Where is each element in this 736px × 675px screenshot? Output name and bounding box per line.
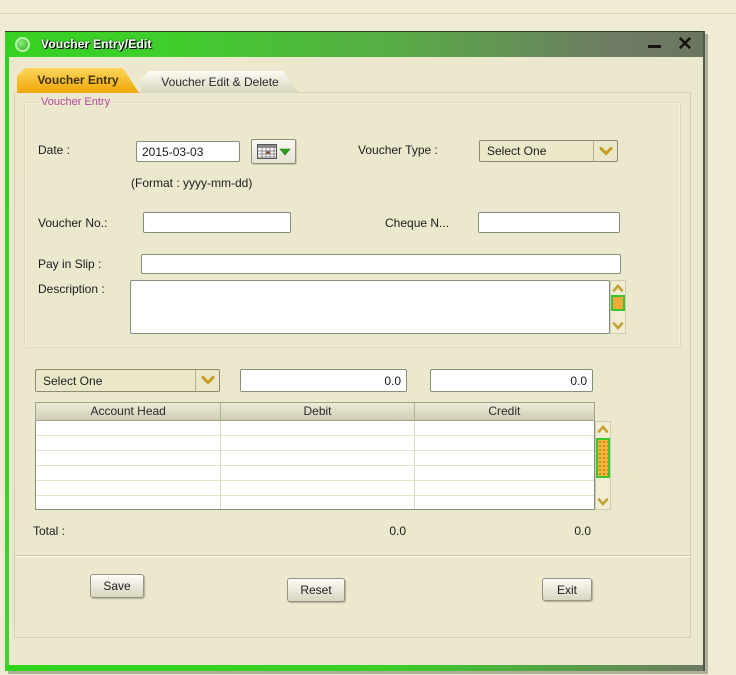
table-cell[interactable] (221, 481, 414, 495)
calendar-icon (257, 144, 291, 160)
chevron-down-icon (599, 147, 613, 156)
voucher-table-header: Account Head Debit Credit (35, 402, 595, 421)
voucher-no-label: Voucher No.: (38, 216, 107, 230)
voucher-type-selected-value: Select One (487, 141, 546, 161)
table-cell[interactable] (221, 436, 414, 450)
exit-button[interactable]: Exit (542, 578, 592, 601)
table-cell[interactable] (36, 496, 221, 510)
column-header-credit[interactable]: Credit (415, 403, 594, 420)
chevron-down-icon (612, 322, 624, 330)
calendar-picker-button[interactable] (251, 139, 296, 164)
chevron-down-icon (201, 376, 215, 385)
table-row[interactable] (36, 481, 594, 496)
button-area-divider (15, 555, 690, 557)
minimize-button[interactable] (643, 35, 667, 55)
scrollbar-thumb[interactable] (596, 438, 610, 478)
voucher-no-input[interactable] (143, 212, 291, 233)
table-cell[interactable] (415, 451, 594, 465)
chevron-down-icon (597, 498, 609, 506)
table-cell[interactable] (415, 481, 594, 495)
cheque-no-input[interactable] (478, 212, 620, 233)
groupbox-legend: Voucher Entry (36, 96, 115, 108)
table-cell[interactable] (36, 481, 221, 495)
table-cell[interactable] (36, 436, 221, 450)
total-credit-value: 0.0 (485, 524, 591, 538)
table-row[interactable] (36, 496, 594, 510)
voucher-entry-window: Voucher Entry/Edit ✕ Voucher Entry Vouch… (5, 31, 705, 671)
scroll-down-button[interactable] (596, 495, 610, 509)
credit-amount-input[interactable] (430, 369, 593, 392)
account-head-selected-value: Select One (43, 370, 102, 391)
table-cell[interactable] (36, 451, 221, 465)
window-bottom-border (5, 665, 703, 671)
account-head-select[interactable]: Select One (35, 369, 220, 392)
table-cell[interactable] (36, 466, 221, 480)
window-left-border (5, 57, 9, 671)
table-scrollbar[interactable] (595, 421, 611, 510)
voucher-type-dropdown-button[interactable] (593, 141, 617, 161)
chevron-up-icon (597, 425, 609, 433)
description-scrollbar[interactable] (610, 280, 626, 334)
date-format-hint: (Format : yyyy-mm-dd) (131, 176, 252, 190)
table-cell[interactable] (415, 496, 594, 510)
voucher-table-body[interactable] (35, 421, 595, 510)
table-cell[interactable] (221, 466, 414, 480)
voucher-type-select[interactable]: Select One (479, 140, 618, 162)
date-label: Date : (38, 143, 70, 157)
window-titlebar[interactable]: Voucher Entry/Edit ✕ (5, 31, 703, 57)
desktop-background: Voucher Entry/Edit ✕ Voucher Entry Vouch… (0, 0, 736, 675)
column-header-account-head[interactable]: Account Head (36, 403, 221, 420)
voucher-type-label: Voucher Type : (358, 143, 438, 157)
save-button[interactable]: Save (90, 574, 144, 598)
scroll-up-button[interactable] (596, 422, 610, 436)
tab-voucher-edit-delete[interactable]: Voucher Edit & Delete (141, 71, 299, 93)
account-head-dropdown-button[interactable] (195, 370, 219, 391)
table-cell[interactable] (415, 421, 594, 435)
tab-voucher-entry[interactable]: Voucher Entry (17, 68, 139, 93)
app-icon (15, 37, 30, 52)
scroll-up-button[interactable] (611, 281, 625, 295)
background-divider-line (0, 13, 736, 14)
chevron-up-icon (612, 284, 624, 292)
column-header-debit[interactable]: Debit (221, 403, 414, 420)
debit-amount-input[interactable] (240, 369, 407, 392)
total-debit-value: 0.0 (305, 524, 406, 538)
table-cell[interactable] (415, 466, 594, 480)
table-row[interactable] (36, 451, 594, 466)
table-row[interactable] (36, 421, 594, 436)
table-row[interactable] (36, 466, 594, 481)
table-cell[interactable] (415, 436, 594, 450)
table-row[interactable] (36, 436, 594, 451)
date-input[interactable] (136, 141, 240, 162)
pay-in-slip-label: Pay in Slip : (38, 257, 101, 271)
table-cell[interactable] (36, 421, 221, 435)
close-button[interactable]: ✕ (671, 32, 699, 57)
description-label: Description : (38, 282, 105, 296)
cheque-no-label: Cheque N... (385, 216, 449, 230)
minimize-icon (648, 45, 661, 48)
table-cell[interactable] (221, 496, 414, 510)
total-label: Total : (33, 524, 65, 538)
pay-in-slip-input[interactable] (141, 254, 621, 274)
description-textarea[interactable] (130, 280, 610, 334)
scrollbar-thumb[interactable] (611, 295, 625, 311)
scroll-down-button[interactable] (611, 319, 625, 333)
table-cell[interactable] (221, 451, 414, 465)
window-title: Voucher Entry/Edit (41, 37, 152, 51)
reset-button[interactable]: Reset (287, 578, 345, 602)
table-cell[interactable] (221, 421, 414, 435)
